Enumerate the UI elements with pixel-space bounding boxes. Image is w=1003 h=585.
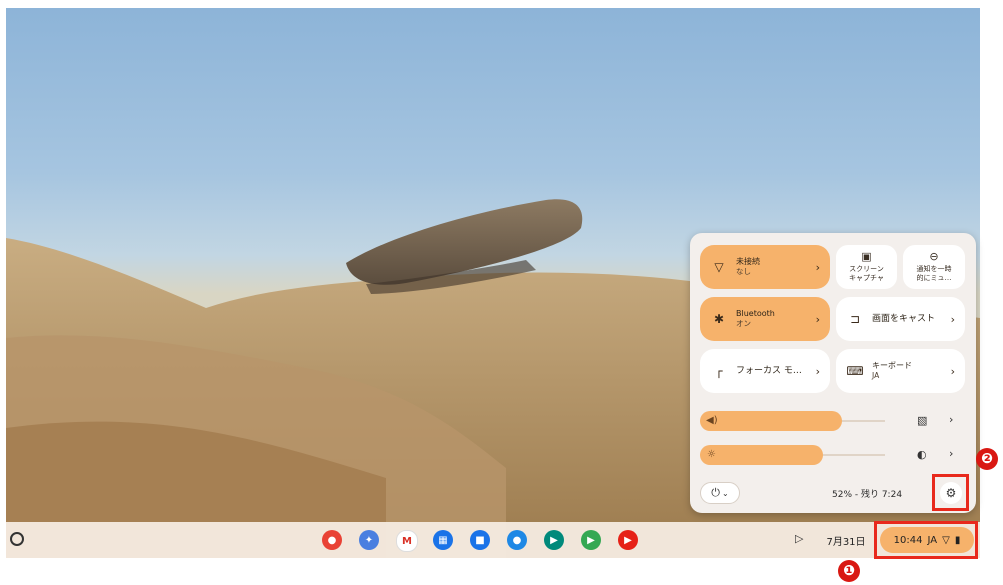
gemini-app-icon[interactable]: ✦: [359, 530, 379, 550]
chevron-right-icon: ›: [950, 312, 955, 326]
gmail-app-icon[interactable]: M: [396, 530, 418, 552]
screen-capture-tile[interactable]: ▣ スクリーン キャプチャ: [836, 245, 897, 289]
brightness-icon: ☼: [707, 449, 716, 460]
focus-mode-tile[interactable]: ┌ フォーカス モ… ›: [700, 349, 830, 393]
keyboard-label: キーボード: [872, 361, 912, 370]
annotation-badge-2: ❷: [976, 448, 998, 470]
night-light-icon[interactable]: ◐: [917, 448, 927, 461]
volume-icon: ◀): [706, 415, 718, 426]
files-app-icon[interactable]: ■: [470, 530, 490, 550]
audio-settings-icon[interactable]: ▧: [917, 414, 927, 427]
cast-tile[interactable]: ⊐ 画面をキャスト ›: [836, 297, 965, 341]
chrome-app-icon[interactable]: ●: [322, 530, 342, 550]
network-label: 未接続: [736, 257, 760, 266]
chevron-right-icon: ›: [950, 364, 955, 378]
chevron-right-icon: ›: [815, 260, 820, 274]
network-tile[interactable]: ▽ 未接続 なし ›: [700, 245, 830, 289]
cast-label: 画面をキャスト: [872, 314, 936, 324]
screen-capture-line1: スクリーン: [849, 265, 884, 273]
keyboard-sub: JA: [872, 371, 880, 380]
focus-label: フォーカス モ…: [736, 366, 802, 376]
bluetooth-sub: オン: [736, 319, 751, 328]
highlight-box-settings: [932, 474, 969, 511]
annotation-badge-1: ❶: [838, 560, 860, 582]
chevron-right-icon: ›: [815, 312, 820, 326]
bluetooth-label: Bluetooth: [736, 309, 775, 318]
chat-app-icon[interactable]: ●: [507, 530, 527, 550]
cast-icon: ⊐: [849, 312, 861, 326]
bluetooth-icon: ✱: [713, 312, 725, 326]
date-button[interactable]: 7月31日: [820, 528, 872, 552]
chevron-down-icon: ⌄: [722, 488, 729, 498]
bluetooth-tile[interactable]: ✱ Bluetooth オン ›: [700, 297, 830, 341]
cast-status-icon[interactable]: ▷: [795, 532, 803, 545]
focus-mode-icon: ┌: [715, 364, 723, 378]
do-not-disturb-tile[interactable]: ⊖ 通知を一時 的にミュ…: [903, 245, 965, 289]
launcher-button[interactable]: [10, 532, 24, 546]
notifications-line2: 的にミュ…: [916, 274, 952, 282]
battery-status: 52% - 残り 7:24: [832, 490, 903, 500]
keyboard-tile[interactable]: ⌨ キーボード JA ›: [836, 349, 965, 393]
meet-app-icon[interactable]: ▶: [544, 530, 564, 550]
youtube-app-icon[interactable]: ▶: [618, 530, 638, 550]
chevron-right-icon[interactable]: ›: [949, 413, 953, 426]
highlight-box-status-area: [874, 521, 978, 559]
power-menu-button[interactable]: ⏻ ⌄: [700, 482, 740, 504]
brightness-slider[interactable]: [700, 445, 823, 465]
calendar-app-icon[interactable]: ▦: [433, 530, 453, 550]
notifications-line1: 通知を一時: [916, 265, 952, 273]
network-sub: なし: [736, 267, 751, 276]
do-not-disturb-icon: ⊖: [929, 250, 939, 263]
volume-slider[interactable]: [700, 411, 842, 431]
chevron-right-icon[interactable]: ›: [949, 447, 953, 460]
chevron-right-icon: ›: [815, 364, 820, 378]
play-store-app-icon[interactable]: ▶: [581, 530, 601, 550]
screen-capture-line2: キャプチャ: [849, 274, 884, 282]
screen-capture-icon: ▣: [861, 250, 872, 263]
keyboard-icon: ⌨: [846, 364, 864, 378]
power-icon: ⏻: [711, 486, 720, 499]
wifi-icon: ▽: [714, 260, 724, 274]
